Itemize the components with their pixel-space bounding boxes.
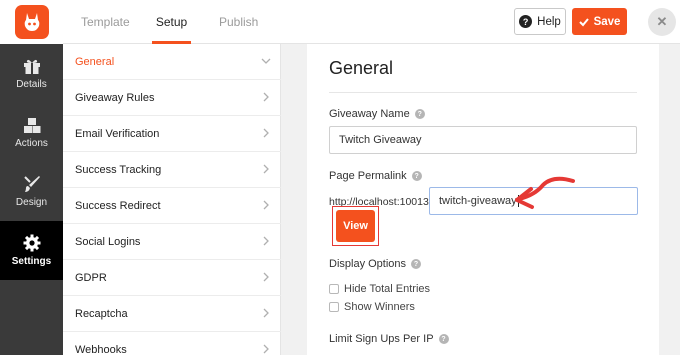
settings-item-label: GDPR <box>75 271 107 284</box>
chevron-right-icon <box>263 272 269 282</box>
paint-brush-icon <box>23 176 40 192</box>
settings-item-email-verification[interactable]: Email Verification <box>63 116 281 152</box>
help-tooltip-icon[interactable]: ? <box>414 109 425 119</box>
page-title: General <box>329 58 394 78</box>
help-tooltip-icon[interactable]: ? <box>438 334 449 344</box>
settings-item-label: Giveaway Rules <box>75 91 155 104</box>
checkbox-label: Hide Total Entries <box>344 283 431 295</box>
question-icon: ? <box>519 15 533 28</box>
settings-item-recaptcha[interactable]: Recaptcha <box>63 296 281 332</box>
help-tooltip-icon[interactable]: ? <box>411 259 422 269</box>
checkmark-icon <box>578 17 589 26</box>
checkbox-box[interactable] <box>329 302 339 312</box>
settings-item-social-logins[interactable]: Social Logins <box>63 224 281 260</box>
close-icon: ✕ <box>656 14 668 29</box>
nav-item-details[interactable]: Details <box>0 44 63 103</box>
help-tooltip-icon[interactable]: ? <box>411 171 422 181</box>
rabbit-logo-icon <box>14 5 49 39</box>
chevron-right-icon <box>263 92 269 102</box>
chevron-right-icon <box>263 128 269 138</box>
tab-setup[interactable]: Setup <box>152 0 191 44</box>
permalink-label: Page Permalink ? <box>329 170 422 182</box>
cubes-icon <box>23 117 40 133</box>
logo[interactable] <box>0 0 63 44</box>
app-frame: Template Setup Publish ? Help Save ✕ Det… <box>0 0 680 355</box>
icon-sidebar: Details Actions Design Settings <box>0 44 63 355</box>
label-text: Page Permalink <box>329 170 407 182</box>
nav-item-settings[interactable]: Settings <box>0 221 63 280</box>
nav-item-actions[interactable]: Actions <box>0 103 63 162</box>
chevron-right-icon <box>263 308 269 318</box>
settings-item-general[interactable]: General <box>63 44 281 80</box>
save-label: Save <box>593 15 621 28</box>
settings-item-label: General <box>75 55 115 68</box>
giveaway-name-input[interactable]: Twitch Giveaway <box>329 126 637 154</box>
chevron-down-icon <box>261 58 271 64</box>
view-button[interactable]: View <box>336 210 375 242</box>
top-bar: Template Setup Publish ? Help Save ✕ <box>0 0 680 44</box>
permalink-value: twitch-giveaway <box>439 195 517 207</box>
checkbox-label: Show Winners <box>344 301 415 313</box>
help-button[interactable]: ? Help <box>514 8 566 35</box>
settings-item-label: Email Verification <box>75 127 160 140</box>
settings-item-gdpr[interactable]: GDPR <box>63 260 281 296</box>
settings-item-label: Webhooks <box>75 343 127 355</box>
help-label: Help <box>537 15 561 28</box>
settings-item-label: Recaptcha <box>75 307 128 320</box>
settings-panel: General Giveaway Name ? Twitch Giveaway … <box>307 44 659 355</box>
display-options-label: Display Options ? <box>329 258 422 270</box>
label-text: Giveaway Name <box>329 108 410 120</box>
gift-icon <box>23 59 40 74</box>
settings-item-label: Success Redirect <box>75 199 161 212</box>
settings-list: General Giveaway Rules Email Verificatio… <box>63 44 281 355</box>
nav-label-settings: Settings <box>11 256 52 267</box>
nav-label-actions: Actions <box>15 137 48 149</box>
nav-label-details: Details <box>16 78 47 90</box>
chevron-right-icon <box>263 164 269 174</box>
close-button[interactable]: ✕ <box>648 8 676 36</box>
label-text: Display Options <box>329 258 407 270</box>
divider <box>329 92 637 93</box>
checkbox-box[interactable] <box>329 284 339 294</box>
giveaway-name-label: Giveaway Name ? <box>329 108 425 120</box>
tab-publish[interactable]: Publish <box>219 0 258 44</box>
chevron-right-icon <box>263 344 269 354</box>
settings-item-success-redirect[interactable]: Success Redirect <box>63 188 281 224</box>
settings-item-giveaway-rules[interactable]: Giveaway Rules <box>63 80 281 116</box>
limit-signups-label: Limit Sign Ups Per IP ? <box>329 333 449 345</box>
settings-item-webhooks[interactable]: Webhooks <box>63 332 281 355</box>
settings-item-label: Social Logins <box>75 235 141 248</box>
save-button[interactable]: Save <box>572 8 627 35</box>
settings-item-label: Success Tracking <box>75 163 162 176</box>
chevron-right-icon <box>263 200 269 210</box>
nav-label-design: Design <box>15 197 48 208</box>
chevron-right-icon <box>263 236 269 246</box>
label-text: Limit Sign Ups Per IP <box>329 333 434 345</box>
gear-icon <box>23 234 40 252</box>
tab-template[interactable]: Template <box>81 0 130 44</box>
show-winners-checkbox[interactable]: Show Winners <box>329 301 415 313</box>
settings-item-success-tracking[interactable]: Success Tracking <box>63 152 281 188</box>
hide-entries-checkbox[interactable]: Hide Total Entries <box>329 283 430 295</box>
annotation-arrow-icon <box>515 176 575 209</box>
nav-item-design[interactable]: Design <box>0 162 63 221</box>
